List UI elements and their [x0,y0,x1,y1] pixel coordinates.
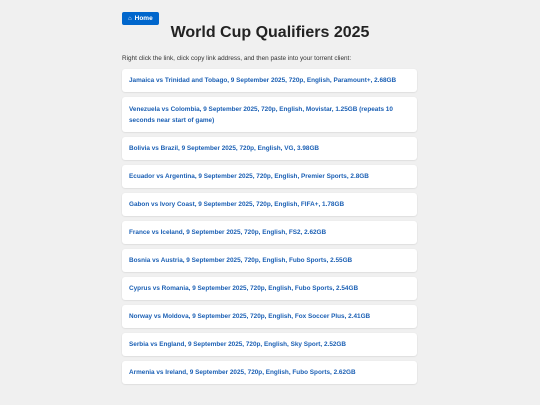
list-item[interactable]: Venezuela vs Colombia, 9 September 2025,… [122,97,417,132]
instructions-text: Right click the link, click copy link ad… [122,55,352,62]
list-item[interactable]: France vs Iceland, 9 September 2025, 720… [122,221,417,244]
list-item[interactable]: Jamaica vs Trinidad and Tobago, 9 Septem… [122,69,417,92]
list-item[interactable]: Bosnia vs Austria, 9 September 2025, 720… [122,249,417,272]
torrent-link[interactable]: France vs Iceland, 9 September 2025, 720… [129,227,326,238]
torrent-link[interactable]: Bosnia vs Austria, 9 September 2025, 720… [129,255,352,266]
list-item[interactable]: Ecuador vs Argentina, 9 September 2025, … [122,165,417,188]
list-item[interactable]: Cyprus vs Romania, 9 September 2025, 720… [122,277,417,300]
torrent-link[interactable]: Venezuela vs Colombia, 9 September 2025,… [129,104,410,126]
list-item[interactable]: Bolivia vs Brazil, 9 September 2025, 720… [122,137,417,160]
home-icon: ⌂ [128,15,132,22]
list-item[interactable]: Armenia vs Ireland, 9 September 2025, 72… [122,361,417,384]
match-list: Jamaica vs Trinidad and Tobago, 9 Septem… [122,69,417,389]
torrent-link[interactable]: Cyprus vs Romania, 9 September 2025, 720… [129,283,358,294]
torrent-link[interactable]: Armenia vs Ireland, 9 September 2025, 72… [129,367,356,378]
list-item[interactable]: Serbia vs England, 9 September 2025, 720… [122,333,417,356]
page: ⌂ Home World Cup Qualifiers 2025 Right c… [0,0,540,405]
torrent-link[interactable]: Serbia vs England, 9 September 2025, 720… [129,339,346,350]
torrent-link[interactable]: Norway vs Moldova, 9 September 2025, 720… [129,311,370,322]
torrent-link[interactable]: Ecuador vs Argentina, 9 September 2025, … [129,171,369,182]
list-item[interactable]: Norway vs Moldova, 9 September 2025, 720… [122,305,417,328]
torrent-link[interactable]: Gabon vs Ivory Coast, 9 September 2025, … [129,199,344,210]
torrent-link[interactable]: Bolivia vs Brazil, 9 September 2025, 720… [129,143,319,154]
page-title: World Cup Qualifiers 2025 [170,24,370,41]
list-item[interactable]: Gabon vs Ivory Coast, 9 September 2025, … [122,193,417,216]
torrent-link[interactable]: Jamaica vs Trinidad and Tobago, 9 Septem… [129,75,396,86]
